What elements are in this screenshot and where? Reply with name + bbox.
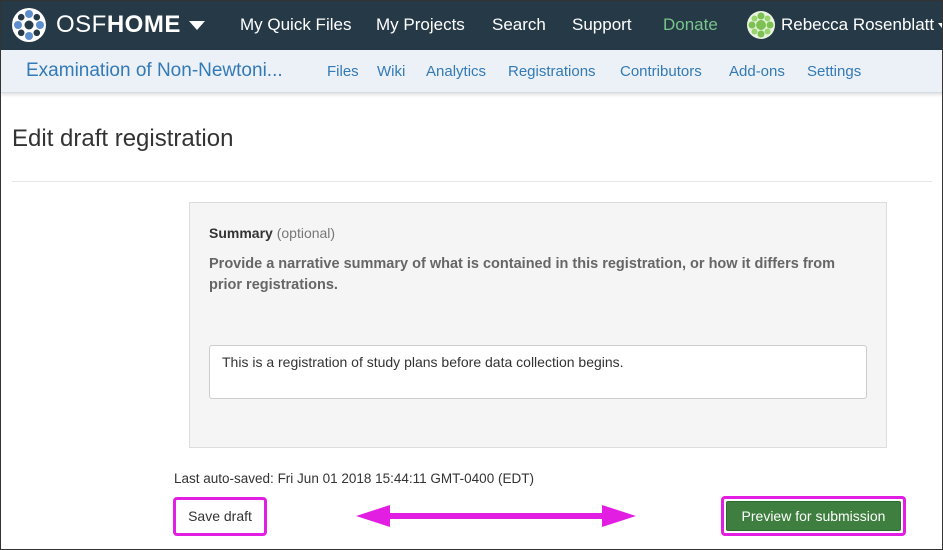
brand-home-text: HOME [106,11,181,38]
nav-support[interactable]: Support [572,15,632,35]
nav-search[interactable]: Search [492,15,546,35]
tab-settings[interactable]: Settings [807,63,861,80]
tab-add-ons[interactable]: Add-ons [729,63,785,80]
browser-frame: OSF HOME My Quick Files My Projects Searc… [0,0,943,550]
user-name: Rebecca Rosenblatt [781,15,935,34]
preview-for-submission-button[interactable]: Preview for submission [726,501,901,531]
double-arrow-icon [356,505,636,527]
caret-down-icon [188,20,205,30]
nav-my-projects[interactable]: My Projects [376,15,465,35]
save-draft-button[interactable]: Save draft [173,497,267,536]
question-title: Summary [209,225,273,241]
brand-menu[interactable]: OSF HOME [11,7,205,43]
user-avatar-icon [747,11,775,39]
autosave-status: Last auto-saved: Fri Jun 01 2018 15:44:1… [174,471,534,486]
question-description: Provide a narrative summary of what is c… [209,256,836,293]
question-heading: Summary (optional) [209,225,335,241]
question-optional-label: (optional) [276,225,336,241]
title-divider [12,181,932,182]
tab-registrations[interactable]: Registrations [508,63,596,80]
summary-textarea[interactable]: This is a registration of study plans be… [209,345,867,399]
project-navbar: Examination of Non-Newtoni... Files Wiki… [1,50,942,93]
project-title-link[interactable]: Examination of Non-Newtoni... [26,60,283,82]
nav-donate[interactable]: Donate [663,15,718,35]
save-draft-label: Save draft [188,508,252,524]
tab-analytics[interactable]: Analytics [426,63,486,80]
tab-wiki[interactable]: Wiki [377,63,405,80]
brand-osf-text: OSF [56,11,107,38]
page-title: Edit draft registration [12,125,234,152]
tab-files[interactable]: Files [327,63,359,80]
osf-logo-icon [12,8,46,42]
nav-my-quick-files[interactable]: My Quick Files [240,15,351,35]
tab-contributors[interactable]: Contributors [620,63,702,80]
preview-highlight: Preview for submission [721,496,906,536]
user-menu[interactable]: Rebecca Rosenblatt [747,10,942,40]
question-panel: Summary (optional) Provide a narrative s… [189,202,887,448]
caret-down-icon [938,22,942,28]
top-navbar: OSF HOME My Quick Files My Projects Searc… [1,1,942,50]
